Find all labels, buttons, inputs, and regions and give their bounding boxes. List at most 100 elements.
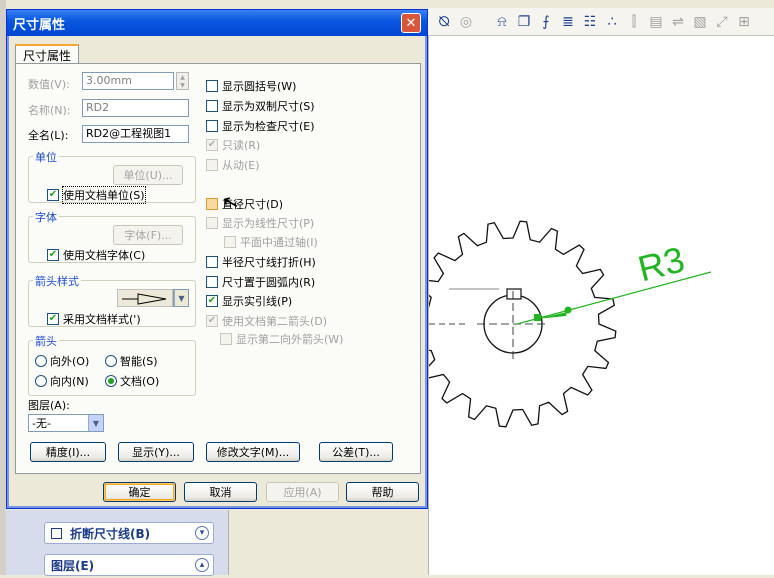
arrow-shape-icon — [122, 293, 167, 305]
radio-inside-label: 向内(N) — [50, 375, 89, 388]
layer-row[interactable]: 图层(E) ▴ — [44, 554, 214, 576]
radio-dot — [35, 375, 47, 387]
units-group-title: 单位 — [33, 149, 59, 165]
diameter-checkbox[interactable]: 直径尺寸(D) — [206, 196, 283, 212]
chevron-down-icon[interactable]: ▾ — [195, 526, 209, 540]
display-button[interactable]: 显示(Y)... — [118, 442, 194, 462]
arrow-style-dropdown[interactable]: ▼ — [173, 289, 189, 307]
use-doc-font-checkbox[interactable]: ✔ 使用文档字体(C) — [47, 247, 145, 263]
show-parens-checkbox[interactable]: 显示圆括号(W) — [206, 78, 296, 94]
close-icon[interactable]: ✕ — [401, 13, 421, 33]
dimension-label[interactable]: R3 — [634, 238, 689, 289]
layer-dropdown[interactable]: -无- ▼ — [28, 414, 104, 432]
radio-outside-label: 向外(O) — [50, 355, 90, 368]
layer-section-label: 图层(E) — [51, 558, 95, 573]
help-button[interactable]: 帮助 — [346, 482, 419, 502]
arrows-group-title: 箭头 — [33, 333, 59, 349]
radio-document[interactable]: 文档(O) — [105, 373, 159, 389]
chevron-down-icon: ▼ — [88, 415, 103, 431]
use-doc-second-arrow-label: 使用文档第二箭头(D) — [222, 315, 328, 328]
annotation-icon[interactable]: ⦰ — [436, 14, 452, 30]
apply-button[interactable]: 应用(A) — [266, 482, 339, 502]
checkmark-icon: ✔ — [47, 189, 59, 201]
arrow-style-group: 箭头样式 ▼ ✔ 采用文档样式(') — [28, 273, 196, 327]
radio-dot — [35, 355, 47, 367]
checkmark-icon: ✔ — [47, 249, 59, 261]
panel-divider — [228, 510, 428, 575]
grid-icon[interactable]: ☷ — [582, 14, 598, 30]
driven-label: 从动(E) — [222, 159, 260, 172]
show-leader-label: 显示实引线(P) — [222, 295, 293, 308]
show-dual-label: 显示为双制尺寸(S) — [222, 100, 315, 113]
dim-inside-arc-checkbox[interactable]: 尺寸置于圆弧内(R) — [206, 274, 315, 290]
table-icon[interactable]: ▤ — [648, 14, 664, 30]
show-inspection-checkbox[interactable]: 显示为检查尺寸(E) — [206, 118, 315, 134]
arrows-group: 箭头 向外(O) 智能(S) 向内(N) 文档(O) — [28, 333, 196, 396]
layer-label: 图层(A): — [28, 399, 70, 412]
use-doc-font-label: 使用文档字体(C) — [63, 249, 146, 262]
checkbox-box — [220, 333, 232, 345]
align-icon[interactable]: ⫿ — [626, 14, 642, 30]
grid2-icon[interactable]: ⊞ — [736, 14, 752, 30]
bell-icon[interactable]: ⍾ — [494, 14, 510, 30]
radio-outside[interactable]: 向外(O) — [35, 353, 89, 369]
link-icon[interactable]: ⇌ — [670, 14, 686, 30]
show-leader-checkbox[interactable]: ✔ 显示实引线(P) — [206, 293, 292, 309]
modify-text-button[interactable]: 修改文字(M)... — [206, 442, 300, 462]
planar-axis-checkbox[interactable]: 平面中通过轴(I) — [224, 234, 318, 250]
driven-checkbox[interactable]: 从动(E) — [206, 157, 260, 173]
checkbox-box — [206, 276, 218, 288]
checkbox-box — [224, 236, 236, 248]
resize-icon[interactable]: ⤢ — [714, 14, 730, 30]
radio-document-label: 文档(O) — [120, 375, 160, 388]
use-doc-second-arrow-checkbox[interactable]: ✔ 使用文档第二箭头(D) — [206, 313, 327, 329]
drawing-toolbar: ⦰ ◎ ⍾ ❐ ⨍ ≣ ☷ ∴ ⫿ ▤ ⇌ ▧ ⤢ ⊞ — [428, 8, 774, 36]
value-field[interactable]: 3.00mm — [82, 72, 174, 90]
checkmark-icon: ✔ — [206, 315, 218, 327]
radio-smart-label: 智能(S) — [120, 355, 158, 368]
break-lines-checkbox[interactable] — [51, 527, 62, 539]
pattern-icon[interactable]: ∴ — [604, 14, 620, 30]
font-button[interactable]: 字体(F)... — [113, 225, 183, 245]
radio-inside[interactable]: 向内(N) — [35, 373, 89, 389]
precision-button[interactable]: 精度(I)... — [30, 442, 106, 462]
value-spinner[interactable]: ▲ ▼ — [176, 72, 189, 90]
chevron-up-icon[interactable]: ▴ — [195, 558, 209, 572]
ok-button[interactable]: 确定 — [103, 482, 176, 502]
planar-axis-label: 平面中通过轴(I) — [240, 236, 318, 249]
name-field[interactable]: RD2 — [82, 99, 189, 117]
use-doc-style-checkbox[interactable]: ✔ 采用文档样式(') — [47, 311, 141, 327]
checkbox-box — [206, 80, 218, 92]
chevron-down-icon: ▼ — [174, 290, 188, 306]
radius-jog-checkbox[interactable]: 半径尺寸线打折(H) — [206, 254, 316, 270]
radio-dot — [105, 355, 117, 367]
checkbox-box — [206, 120, 218, 132]
fullname-field[interactable]: RD2@工程视图1 — [82, 125, 189, 143]
checkbox-box — [206, 100, 218, 112]
read-only-checkbox[interactable]: ✔ 只读(R) — [206, 137, 260, 153]
use-doc-style-label: 采用文档样式(') — [63, 313, 141, 326]
show-dual-checkbox[interactable]: 显示为双制尺寸(S) — [206, 98, 315, 114]
datum-icon[interactable]: ≣ — [560, 14, 576, 30]
break-lines-row[interactable]: 折断尺寸线(B) ▾ — [44, 522, 214, 544]
fullname-label: 全名(L): — [28, 129, 69, 142]
tab-panel: 数值(V): 3.00mm ▲ ▼ 名称(N): RD2 全名(L): RD2@工… — [15, 63, 421, 474]
show-linear-checkbox[interactable]: 显示为线性尺寸(P) — [206, 215, 314, 231]
dialog-title: 尺寸属性 — [13, 17, 66, 33]
radio-smart[interactable]: 智能(S) — [105, 353, 158, 369]
show-second-outside-checkbox[interactable]: 显示第二向外箭头(W) — [220, 331, 343, 347]
dialog-titlebar[interactable]: 尺寸属性 — [7, 10, 427, 36]
use-doc-units-checkbox[interactable]: ✔ 使用文档单位(S) — [47, 186, 146, 204]
tolerance-button[interactable]: 公差(T)... — [319, 442, 393, 462]
copy-icon[interactable]: ❐ — [516, 14, 532, 30]
show-second-outside-label: 显示第二向外箭头(W) — [236, 333, 344, 346]
cancel-button[interactable]: 取消 — [184, 482, 257, 502]
block-icon[interactable]: ▧ — [692, 14, 708, 30]
units-button[interactable]: 单位(U)... — [113, 165, 183, 185]
weld-icon[interactable]: ⨍ — [538, 14, 554, 30]
dimension-properties-dialog: 尺寸属性 ✕ 尺寸属性 数值(V): 3.00mm ▲ ▼ 名称(N): RD2 … — [6, 9, 428, 509]
drawing-canvas[interactable]: R3 — [409, 36, 774, 575]
arrow-style-preview[interactable] — [117, 289, 173, 307]
view-icon[interactable]: ◎ — [458, 14, 474, 30]
tab-dimension-properties[interactable]: 尺寸属性 — [15, 44, 79, 64]
